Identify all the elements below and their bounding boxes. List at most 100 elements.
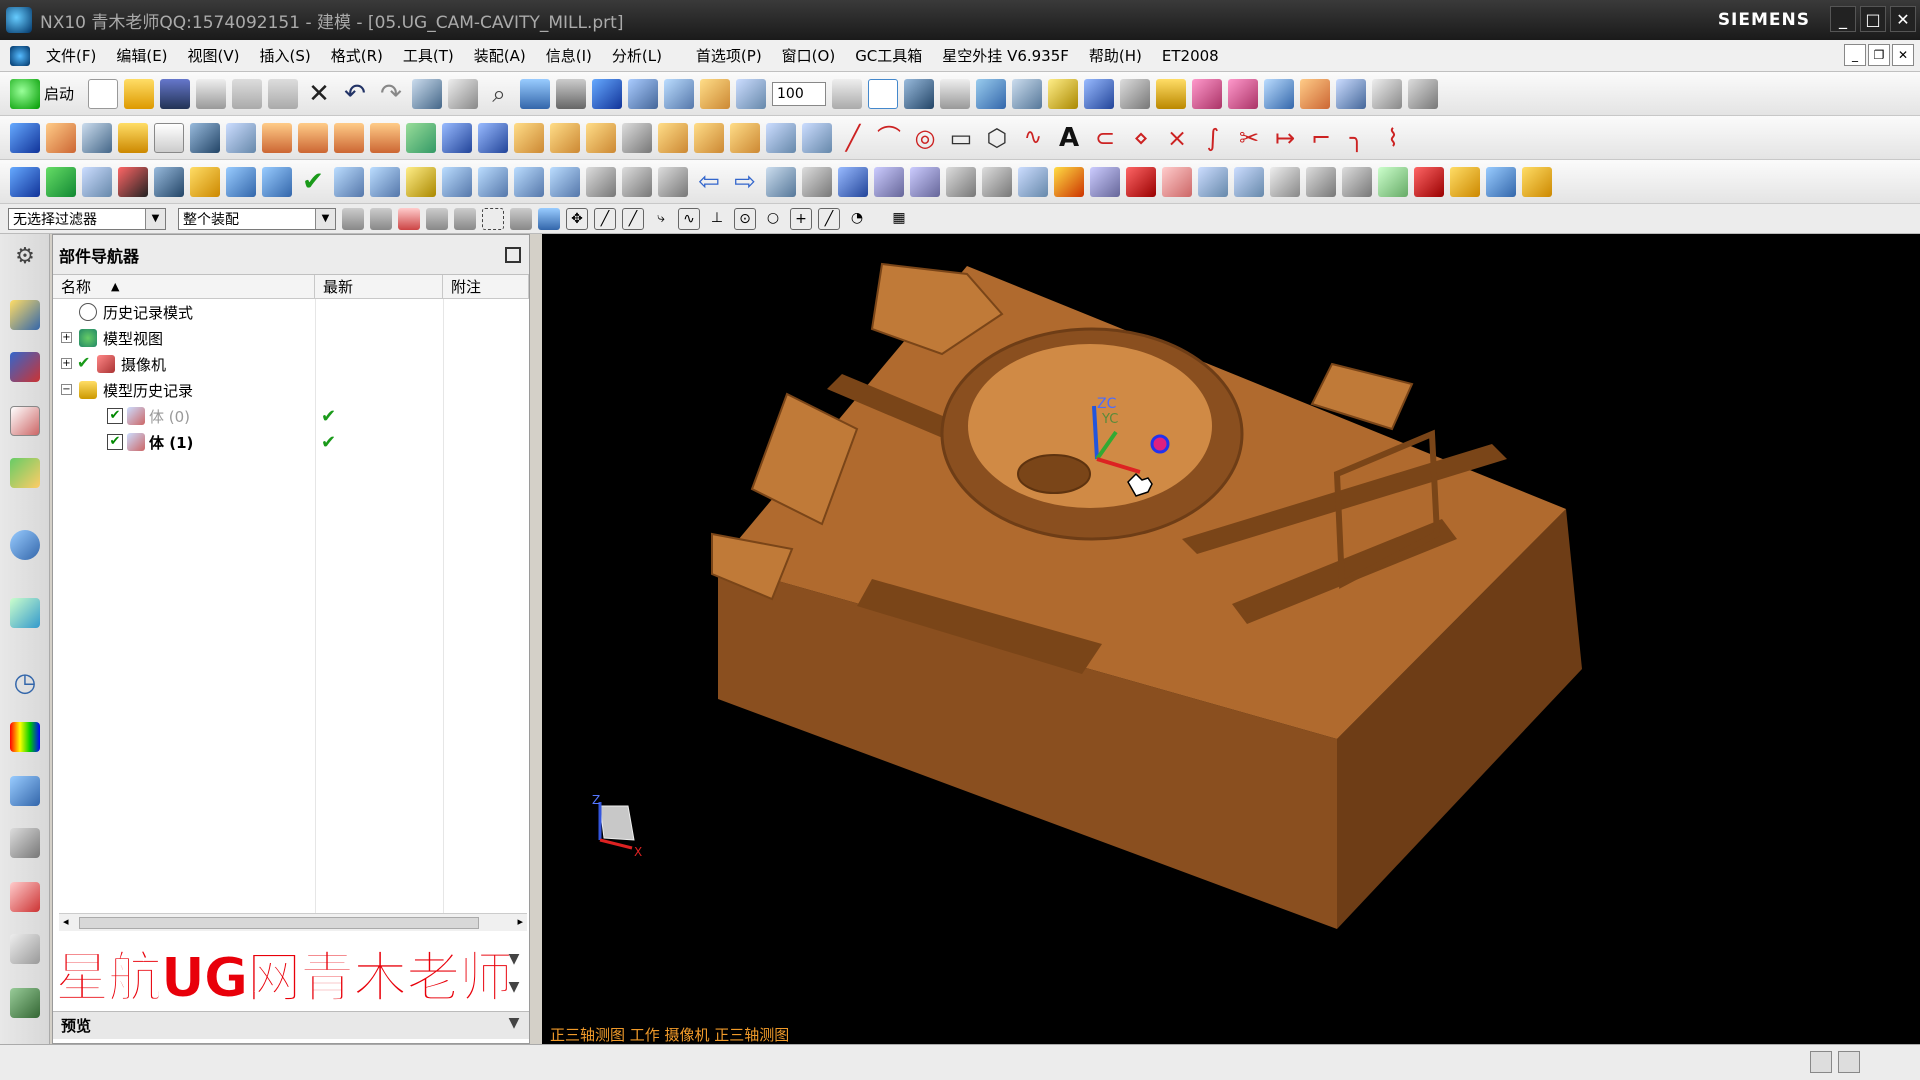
graphics-window[interactable]: ZC YC Z X 正三轴测图 工作 摄像机 正三轴测图 [542, 234, 1920, 1044]
red-cube-icon[interactable] [1126, 166, 1156, 197]
graph-icon[interactable] [10, 988, 40, 1018]
menu-et2008[interactable]: ET2008 [1152, 47, 1229, 65]
cutter-icon[interactable] [514, 166, 544, 197]
scrollbar-thumb[interactable] [79, 917, 479, 929]
axis-xyz-icon[interactable] [1306, 166, 1336, 197]
pattern-icon[interactable] [226, 122, 256, 153]
arrow-right-icon[interactable]: ⇨ [730, 167, 760, 197]
wcs-orient-icon[interactable] [904, 78, 935, 109]
csys-icon[interactable] [976, 78, 1007, 109]
delete-icon[interactable]: ✕ [304, 79, 334, 109]
settings-gear-icon[interactable]: ⚙ [10, 242, 40, 272]
camera-icon[interactable] [154, 166, 184, 197]
book-icon[interactable] [82, 166, 112, 197]
chevron-down-icon[interactable]: ▼ [145, 208, 165, 229]
save-icon[interactable] [160, 78, 191, 109]
control-point-snap-icon[interactable]: ╱ [622, 207, 644, 230]
paste-icon[interactable] [268, 78, 299, 109]
multi-body-icon[interactable] [1486, 166, 1516, 197]
fit-icon[interactable] [448, 78, 479, 109]
menu-analysis[interactable]: 分析(L) [602, 45, 672, 66]
select-all-icon[interactable] [370, 207, 392, 230]
zoom-icon[interactable]: ⌕ [484, 79, 514, 109]
wcs-icon[interactable] [868, 78, 899, 109]
mirror-icon[interactable] [442, 122, 472, 153]
intersect-icon[interactable] [334, 122, 364, 153]
arrow-left-icon[interactable]: ⇦ [694, 167, 724, 197]
menu-gc-toolbox[interactable]: GC工具箱 [845, 45, 932, 66]
blend-icon[interactable] [406, 122, 436, 153]
solid-red-icon[interactable] [1414, 166, 1444, 197]
assembly-navigator-icon[interactable] [10, 300, 40, 330]
selection-filter-select[interactable]: 无选择过滤器 ▼ [8, 207, 166, 230]
view-stamp-icon[interactable] [1378, 166, 1408, 197]
line-icon[interactable]: ╱ [838, 123, 868, 153]
scroll-right-icon[interactable]: ▸ [517, 915, 523, 928]
gear-icon[interactable] [370, 166, 400, 197]
system-scene-icon[interactable] [10, 828, 40, 858]
component-icon[interactable] [1300, 78, 1331, 109]
doc-close-button[interactable]: ✕ [1892, 44, 1914, 66]
rotate-icon[interactable] [556, 78, 587, 109]
fit-view-icon[interactable] [520, 78, 551, 109]
column-name[interactable]: 名称 ▲ [53, 274, 315, 299]
filter-icon[interactable] [342, 207, 364, 230]
reuse-library-icon[interactable] [10, 458, 40, 488]
refresh-icon[interactable] [412, 78, 443, 109]
hole-icon[interactable] [190, 122, 220, 153]
menu-format[interactable]: 格式(R) [321, 45, 393, 66]
pencil-icon[interactable] [46, 122, 76, 153]
measure-icon[interactable] [1156, 78, 1187, 109]
polygon-icon[interactable]: ⬡ [982, 123, 1012, 153]
horizontal-scrollbar[interactable]: ◂ ▸ [59, 913, 527, 931]
layer-settings-icon[interactable] [832, 78, 863, 109]
text-icon[interactable]: A [1054, 123, 1084, 153]
curve-snap-icon[interactable]: ∿ [678, 207, 700, 230]
valve-icon[interactable] [226, 166, 256, 197]
subtract-icon[interactable] [298, 122, 328, 153]
zoom-percent-input[interactable]: 100 [772, 81, 827, 106]
menu-file[interactable]: 文件(F) [36, 45, 106, 66]
menu-insert[interactable]: 插入(S) [250, 45, 321, 66]
doc-restore-button[interactable]: ❐ [1868, 44, 1890, 66]
point-set-icon[interactable] [622, 166, 652, 197]
history-icon[interactable] [10, 598, 40, 628]
menu-tools[interactable]: 工具(T) [393, 45, 464, 66]
manufacturing-wizard-icon[interactable] [10, 934, 40, 964]
fillet-curve-icon[interactable]: ╮ [1342, 123, 1372, 153]
menu-preferences[interactable]: 首选项(P) [686, 45, 772, 66]
wireframe-cube-icon[interactable] [628, 78, 659, 109]
scale-icon[interactable] [802, 166, 832, 197]
preview-section[interactable]: 预览 ▼ [53, 1011, 529, 1039]
menu-help[interactable]: 帮助(H) [1079, 45, 1152, 66]
cross-icon[interactable] [1234, 166, 1264, 197]
point-on-face-snap-icon[interactable]: ◔ [846, 208, 868, 230]
machine-icon[interactable] [478, 166, 508, 197]
plug-icon[interactable] [262, 166, 292, 197]
abs-csys-icon[interactable] [586, 166, 616, 197]
box-icon[interactable] [874, 166, 904, 197]
check-icon[interactable]: ✔ [298, 167, 328, 197]
doc-minimize-button[interactable]: _ [1844, 44, 1866, 66]
print-icon[interactable] [196, 78, 227, 109]
flag-icon[interactable] [46, 166, 76, 197]
tangent-snap-icon[interactable]: ⤷ [650, 208, 672, 230]
rectangle-icon[interactable]: ▭ [946, 123, 976, 153]
tree-row-history-mode[interactable]: 历史记录模式 [53, 299, 529, 325]
color-edit-icon[interactable] [1054, 166, 1084, 197]
draft-icon[interactable] [550, 122, 580, 153]
clock-icon[interactable]: ◷ [10, 668, 40, 698]
surface-grid-icon[interactable] [982, 166, 1012, 197]
wire-box-icon[interactable] [910, 166, 940, 197]
axis-icon[interactable] [1012, 78, 1043, 109]
rect-select-icon[interactable] [482, 207, 504, 230]
arc-icon[interactable]: ⌒ [874, 123, 904, 153]
maximize-button[interactable]: □ [1860, 6, 1886, 32]
extend-curve-icon[interactable]: ↦ [1270, 123, 1300, 153]
export-icon[interactable] [1522, 166, 1552, 197]
surface-analysis-icon[interactable] [1228, 78, 1259, 109]
trim-body-icon[interactable] [370, 122, 400, 153]
new-file-icon[interactable] [88, 78, 119, 109]
group-icon[interactable] [550, 166, 580, 197]
bounding-box-icon[interactable] [1372, 78, 1403, 109]
